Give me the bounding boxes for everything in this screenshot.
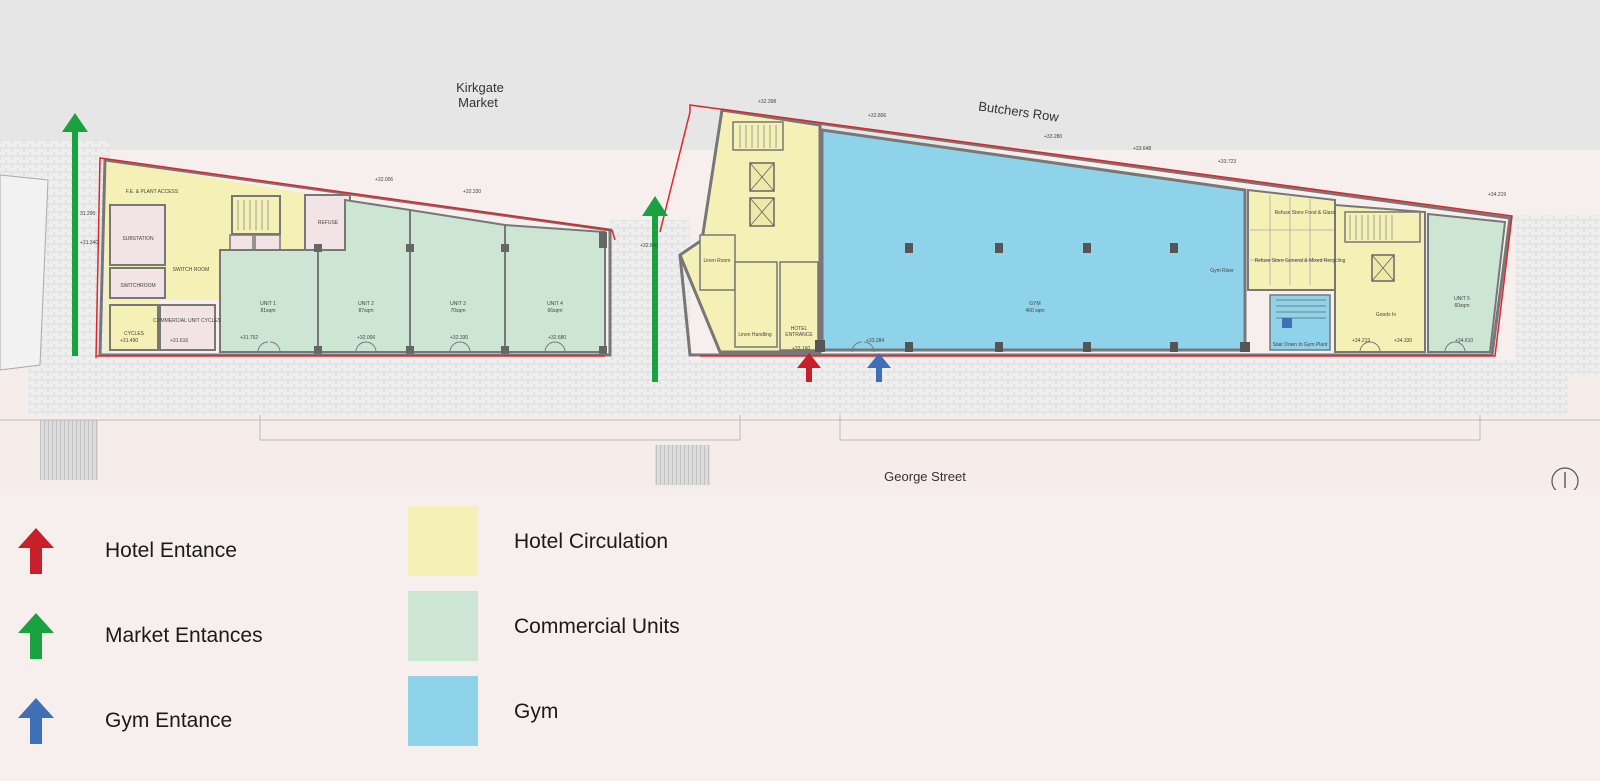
unit-3-label: UNIT 3 [450, 301, 466, 307]
adjacent-building [0, 174, 49, 371]
pavement-front [28, 360, 1568, 415]
stair-gym-label: Stair Down to Gym Plant [1273, 342, 1328, 348]
level-4: +32.006 [357, 335, 375, 341]
legend: Hotel Entance Market Entances Gym Entanc… [0, 490, 1600, 781]
level-8: +33.160 [792, 346, 810, 352]
level-16: +34.219 [1352, 338, 1370, 344]
level-11: +32.806 [868, 113, 886, 119]
commercial-cycles-label: COMMERCIAL UNIT CYCLES [153, 318, 222, 324]
unit-4[interactable] [504, 223, 606, 353]
legend-hotel-circulation-label: Hotel Circulation [514, 530, 669, 553]
unit-1-area: 81sqm [260, 308, 275, 314]
level-12: +33.280 [1044, 134, 1062, 140]
switchroom-label: SWITCHROOM [120, 283, 155, 289]
steps-mid [655, 445, 710, 485]
wc-2 [254, 234, 281, 251]
legend-hotel-entrance-label: Hotel Entance [105, 539, 237, 562]
legend-commercial-units-label: Commercial Units [514, 615, 680, 638]
gym-hall[interactable] [820, 128, 1247, 352]
unit-2-area: 87sqm [358, 308, 373, 314]
level-18: +34.610 [1455, 338, 1473, 344]
legend-hotel-entrance: Hotel Entance [14, 526, 237, 576]
level-17: +34.330 [1394, 338, 1412, 344]
up-arrow-icon [18, 698, 54, 744]
level-15: +34.219 [1488, 192, 1506, 198]
market-label: Market [458, 95, 498, 110]
level-3: +31.762 [240, 335, 258, 341]
swatch-gym [408, 676, 478, 746]
pavement-passage [610, 220, 690, 365]
up-arrow-icon [18, 528, 54, 574]
goods-in-label: Goods In [1376, 312, 1397, 318]
unit-4-area: 66sqm [547, 308, 562, 314]
refuse-wing [1247, 188, 1336, 291]
level-5: +32.330 [450, 335, 468, 341]
level-9: +33.284 [866, 338, 884, 344]
level-1: +32.006 [375, 177, 393, 183]
plant-access-label: F.E. & PLANT ACCESS [126, 189, 179, 195]
legend-gym-entrance-label: Gym Entance [105, 709, 233, 732]
unit-5-label: UNIT 5 [1454, 296, 1470, 302]
gym-label: GYM [1029, 301, 1040, 307]
level-21: +31.340 [80, 240, 98, 246]
level-13: +33.648 [1133, 146, 1151, 152]
legend-gym-label: Gym [514, 700, 559, 723]
kirkgate-label: Kirkgate [456, 80, 504, 95]
floor-plan: Kirkgate Market Butchers Row George Stre… [0, 0, 1600, 490]
hotel-entrance-label-2: ENTRANCE [785, 332, 813, 338]
cycles-label: CYCLES [124, 331, 145, 337]
steps-left [40, 420, 98, 480]
switch-room-label: SWITCH ROOM [173, 267, 210, 273]
unit-2-label: UNIT 2 [358, 301, 374, 307]
swatch-hotel-circulation [408, 506, 478, 576]
gym-area: 460 sqm [1025, 308, 1044, 314]
level-2: +32.330 [463, 189, 481, 195]
unit-4-label: UNIT 4 [547, 301, 563, 307]
unit-5[interactable] [1427, 212, 1507, 353]
george-street-label: George Street [884, 469, 966, 484]
legend-market-entrances: Market Entances [14, 611, 263, 661]
level-10: +32.398 [758, 99, 776, 105]
legend-gym-entrance: Gym Entance [14, 696, 232, 746]
accessible-wc [1282, 318, 1292, 328]
substation-room [109, 204, 166, 266]
level-6: +32.680 [548, 335, 566, 341]
pavement-right [1515, 215, 1600, 375]
up-arrow-icon [18, 613, 54, 659]
level-22: 31.290 [80, 211, 96, 217]
legend-market-entrances-label: Market Entances [105, 624, 263, 647]
level-19: +31.490 [120, 338, 138, 344]
linen-room-label: Linen Room [704, 258, 731, 264]
level-7: +32.640 [640, 243, 658, 249]
level-20: +31.616 [170, 338, 188, 344]
refuse-label: REFUSE [318, 220, 339, 226]
linen-handling-label: Linen Handling [738, 332, 772, 338]
unit-1-label: UNIT 1 [260, 301, 276, 307]
unit-3-area: 70sqm [450, 308, 465, 314]
refuse-food-label: Refuse Store Food & Glass [1275, 210, 1336, 216]
wc-1 [229, 234, 254, 251]
refuse-general-label: Refuse Store General & Mixed Recycling [1255, 258, 1346, 264]
substation-label: SUBSTATION [122, 236, 154, 242]
unit-3[interactable] [409, 208, 506, 353]
level-14: +33.723 [1218, 159, 1236, 165]
swatch-commercial-units [408, 591, 478, 661]
gym-riser-label: Gym Riser [1210, 268, 1234, 274]
unit-5-area: 60sqm [1454, 303, 1469, 309]
